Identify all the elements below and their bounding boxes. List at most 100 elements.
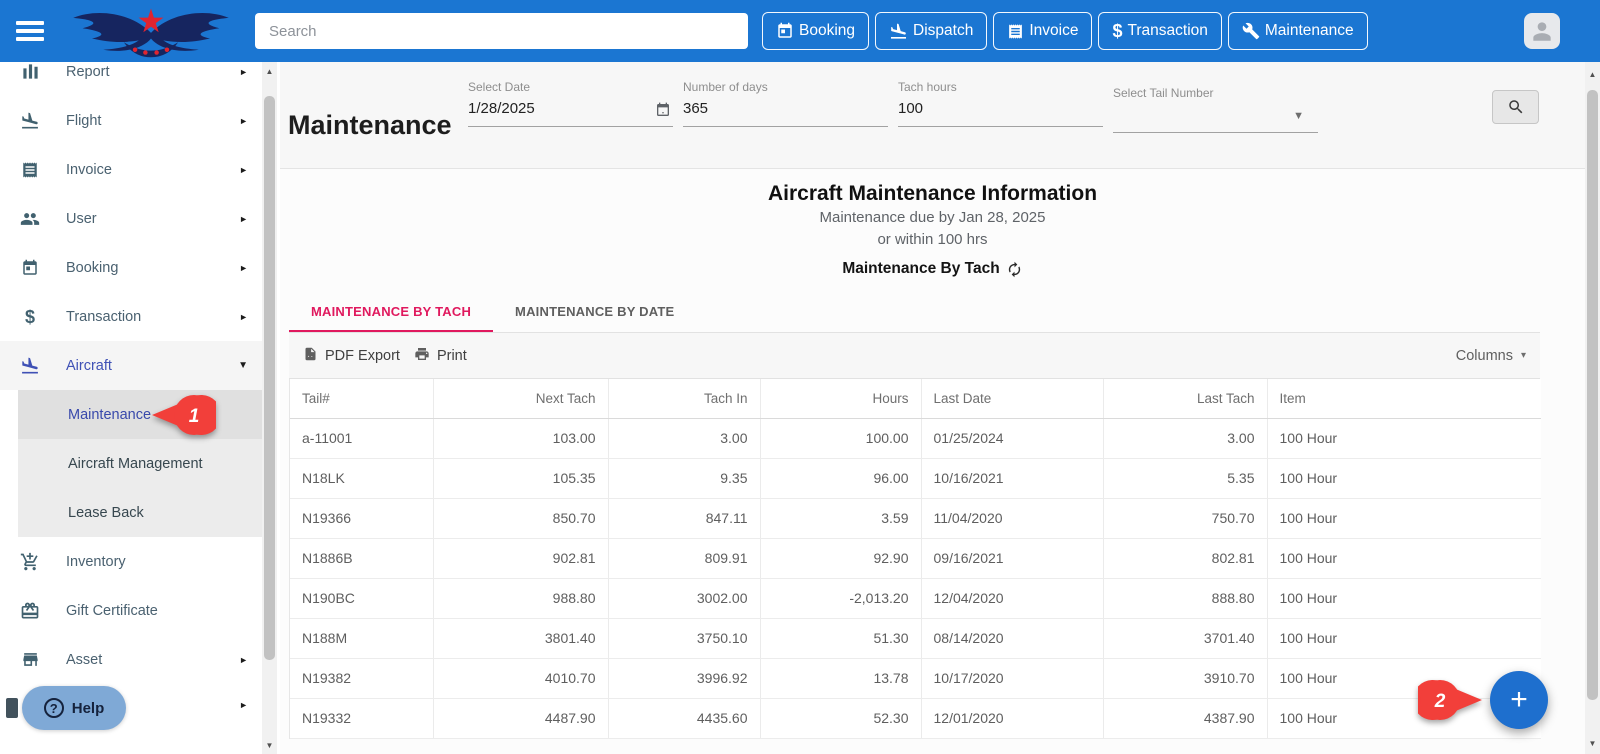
table-row[interactable]: N1886B 902.81 809.91 92.90 09/16/2021 802.81 1…	[290, 538, 1541, 579]
sidebar-item-transaction[interactable]: $ Transaction ►	[0, 292, 262, 341]
dispatch-button[interactable]: Dispatch	[875, 12, 988, 50]
table-cell: 902.81	[433, 538, 609, 579]
top-navigation-bar: Booking Dispatch Invoice $ Transaction M…	[0, 0, 1600, 62]
print-button[interactable]: Print	[414, 346, 467, 366]
dropdown-arrow-icon: ▾	[1520, 350, 1526, 361]
table-row[interactable]: N19382 4010.70 3996.92 13.78 10/17/2020 3910.…	[290, 658, 1541, 699]
sidebar-item-label: Gift Certificate	[66, 602, 158, 619]
refresh-icon[interactable]	[1006, 261, 1023, 278]
add-maintenance-fab[interactable]: +	[1490, 671, 1548, 729]
filter-bar: Maintenance Select Date Number of days T…	[280, 62, 1585, 169]
table-row[interactable]: N19332 4487.90 4435.60 52.30 12/01/2020 4387.…	[290, 698, 1541, 739]
filter-search-button[interactable]	[1492, 90, 1539, 124]
table-cell: N190BC	[290, 578, 434, 619]
sidebar-item-booking[interactable]: Booking ►	[0, 243, 262, 292]
select-date-label: Select Date	[468, 80, 531, 94]
search-input[interactable]	[255, 13, 748, 49]
table-cell: N18LK	[290, 458, 434, 499]
table-cell: 51.30	[760, 618, 922, 659]
invoice-button[interactable]: Invoice	[993, 12, 1093, 50]
columns-label: Columns	[1455, 347, 1513, 364]
select-date-field: Select Date	[468, 80, 673, 127]
table-cell: 3996.92	[608, 658, 761, 699]
user-avatar[interactable]	[1524, 13, 1560, 49]
aircraft-submenu: Maintenance Aircraft Management Lease Ba…	[18, 390, 262, 537]
scroll-down-icon[interactable]: ▼	[262, 741, 277, 750]
sidebar-subitem-maintenance[interactable]: Maintenance	[18, 390, 262, 439]
table-cell: 92.90	[760, 538, 922, 579]
sidebar-item-gift-certificate[interactable]: Gift Certificate	[0, 586, 262, 635]
table-row[interactable]: N18LK 105.35 9.35 96.00 10/16/2021 5.35 100 Ho…	[290, 458, 1541, 499]
main-scrollbar[interactable]: ▲ ▼	[1585, 62, 1600, 754]
plane-landing-icon	[18, 356, 42, 376]
chevron-right-icon: ►	[239, 262, 248, 273]
chevron-right-icon: ►	[239, 213, 248, 224]
number-of-days-label: Number of days	[683, 80, 768, 94]
table-cell: 802.81	[1103, 538, 1268, 579]
booking-button[interactable]: Booking	[762, 12, 870, 50]
table-cell: 4487.90	[433, 698, 609, 739]
column-header[interactable]: Last Date	[921, 379, 1104, 419]
columns-dropdown[interactable]: Columns ▾	[1456, 348, 1526, 364]
tab-maintenance-by-date[interactable]: MAINTENANCE BY DATE	[493, 294, 696, 332]
table-cell: 3.00	[608, 418, 761, 459]
select-date-input[interactable]	[468, 100, 638, 117]
sidebar-scrollbar[interactable]: ▲ ▼	[262, 62, 277, 754]
table-cell: 100 Hour	[1267, 418, 1541, 459]
table-row[interactable]: N19366 850.70 847.11 3.59 11/04/2020 750.70 10…	[290, 498, 1541, 539]
column-header[interactable]: Last Tach	[1103, 379, 1268, 419]
number-of-days-input[interactable]	[683, 100, 853, 117]
sidebar-subitem-lease-back[interactable]: Lease Back	[18, 488, 262, 537]
pdf-export-label: PDF Export	[325, 347, 400, 364]
maintenance-button[interactable]: Maintenance	[1227, 12, 1368, 50]
tach-hours-input[interactable]	[898, 100, 1068, 117]
table-cell: N188M	[290, 618, 434, 659]
select-tail-number-field: Select Tail Number ▼	[1113, 86, 1318, 133]
table-row[interactable]: a-11001 103.00 3.00 100.00 01/25/2024 3.00 100…	[290, 418, 1541, 459]
sidebar-scrollbar-thumb[interactable]	[264, 96, 275, 660]
sidebar-item-report[interactable]: Report ►	[0, 62, 262, 96]
table-cell: 888.80	[1103, 578, 1268, 619]
sidebar-item-asset[interactable]: Asset ►	[0, 635, 262, 684]
annotation-marker-1: 1	[152, 395, 216, 435]
column-header[interactable]: Tach In	[608, 379, 761, 419]
table-cell: 08/14/2020	[921, 618, 1104, 659]
scroll-down-icon[interactable]: ▼	[1585, 739, 1600, 748]
column-header[interactable]: Hours	[760, 379, 922, 419]
tach-hours-field: Tach hours	[898, 80, 1103, 127]
nav-button-label: Invoice	[1029, 22, 1079, 39]
help-button[interactable]: ? Help	[22, 686, 126, 730]
sidebar-item-user[interactable]: User ►	[0, 194, 262, 243]
store-icon	[18, 650, 42, 669]
hamburger-menu-icon[interactable]	[16, 21, 44, 41]
svg-text:1: 1	[189, 406, 200, 427]
column-header[interactable]: Tail#	[290, 379, 434, 419]
table-row[interactable]: N190BC 988.80 3002.00 -2,013.20 12/04/2020 88…	[290, 578, 1541, 619]
calendar-icon[interactable]	[655, 102, 671, 123]
scroll-up-icon[interactable]: ▲	[262, 67, 277, 76]
sidebar-subitem-label: Aircraft Management	[68, 455, 203, 472]
column-header[interactable]: Item	[1267, 379, 1541, 419]
scroll-up-icon[interactable]: ▲	[1585, 70, 1600, 79]
sidebar-item-aircraft[interactable]: Aircraft ▼	[0, 341, 262, 390]
select-tail-number-dropdown[interactable]: ▼	[1113, 106, 1318, 133]
table-row[interactable]: N188M 3801.40 3750.10 51.30 08/14/2020 3701.4…	[290, 618, 1541, 659]
column-header[interactable]: Next Tach	[433, 379, 609, 419]
sidebar-item-inventory[interactable]: Inventory	[0, 537, 262, 586]
maintenance-info-block: Aircraft Maintenance Information Mainten…	[280, 169, 1585, 294]
select-tail-number-input[interactable]	[1113, 106, 1283, 123]
sidebar-item-flight[interactable]: Flight ►	[0, 96, 262, 145]
people-icon	[18, 209, 42, 229]
tab-maintenance-by-tach[interactable]: MAINTENANCE BY TACH	[289, 294, 494, 332]
main-scrollbar-thumb[interactable]	[1587, 90, 1598, 700]
dollar-icon: $	[1112, 21, 1123, 41]
pdf-export-button[interactable]: PDF Export	[303, 346, 400, 366]
sidebar-item-label: Flight	[66, 112, 102, 129]
sidebar-item-invoice[interactable]: Invoice ►	[0, 145, 262, 194]
pdf-file-icon	[303, 346, 318, 366]
table-cell: 52.30	[760, 698, 922, 739]
table-cell: 3750.10	[608, 618, 761, 659]
table-cell: 100 Hour	[1267, 498, 1541, 539]
sidebar-subitem-aircraft-management[interactable]: Aircraft Management	[18, 439, 262, 488]
transaction-button[interactable]: $ Transaction	[1098, 12, 1222, 50]
